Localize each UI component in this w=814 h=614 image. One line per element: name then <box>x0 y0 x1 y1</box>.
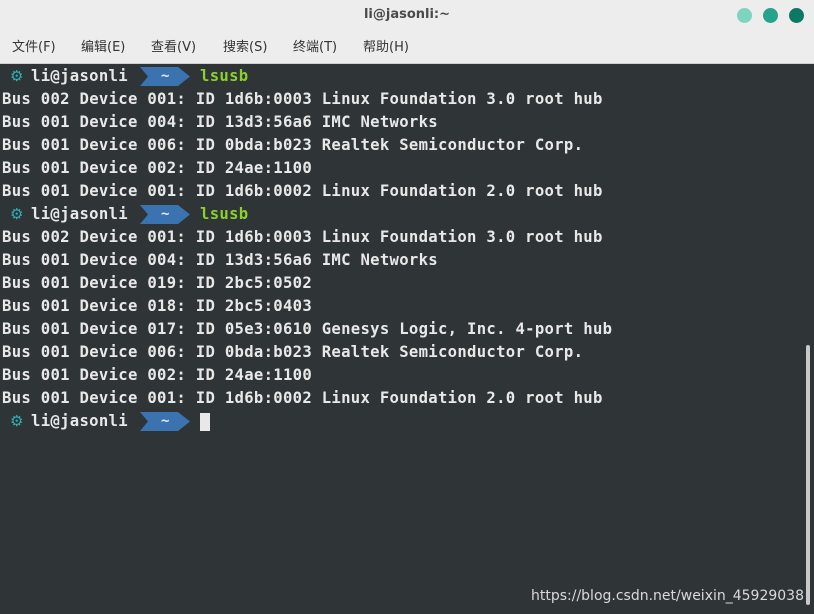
output-line: Bus 001 Device 001: ID 1d6b:0002 Linux F… <box>2 389 603 407</box>
gear-icon: ⚙ <box>10 68 24 85</box>
menu-terminal[interactable]: 终端(T) <box>293 32 337 63</box>
output-line: Bus 001 Device 017: ID 05e3:0610 Genesys… <box>2 320 613 338</box>
output-line: Bus 001 Device 006: ID 0bda:b023 Realtek… <box>2 343 584 361</box>
menu-bar: 文件(F) 编辑(E) 查看(V) 搜索(S) 终端(T) 帮助(H) <box>0 32 814 64</box>
scrollbar[interactable] <box>806 345 810 605</box>
menu-search[interactable]: 搜索(S) <box>223 32 267 63</box>
watermark-text: https://blog.csdn.net/weixin_45929038 <box>530 588 804 604</box>
output-line: Bus 002 Device 001: ID 1d6b:0003 Linux F… <box>2 90 603 108</box>
menu-view[interactable]: 查看(V) <box>151 32 196 63</box>
command-text: lsusb <box>200 67 249 85</box>
prompt-user-host: li@jasonli <box>31 67 128 85</box>
window-title: li@jasonli:~ <box>363 7 451 22</box>
prompt-user-host: li@jasonli <box>31 412 128 430</box>
menu-help[interactable]: 帮助(H) <box>363 32 409 63</box>
output-line: Bus 001 Device 004: ID 13d3:56a6 IMC Net… <box>2 113 438 131</box>
output-line: Bus 001 Device 019: ID 2bc5:0502 <box>2 274 313 292</box>
window-titlebar[interactable]: li@jasonli:~ <box>0 0 814 33</box>
prompt-cwd: ~ <box>161 68 170 84</box>
prompt-cwd: ~ <box>161 206 170 222</box>
maximize-button[interactable] <box>763 8 778 23</box>
output-line: Bus 001 Device 002: ID 24ae:1100 <box>2 366 313 384</box>
output-line: Bus 001 Device 002: ID 24ae:1100 <box>2 159 313 177</box>
gear-icon: ⚙ <box>10 206 24 223</box>
prompt-user-host: li@jasonli <box>31 205 128 223</box>
prompt-cwd: ~ <box>161 413 170 429</box>
minimize-button[interactable] <box>737 8 752 23</box>
gear-icon: ⚙ <box>10 413 24 430</box>
output-line: Bus 001 Device 006: ID 0bda:b023 Realtek… <box>2 136 584 154</box>
menu-edit[interactable]: 编辑(E) <box>81 32 125 63</box>
terminal-output[interactable]: ⚙ li@jasonli ~ lsusb Bus 002 Device 001:… <box>0 64 814 614</box>
close-button[interactable] <box>789 8 804 23</box>
output-line: Bus 001 Device 004: ID 13d3:56a6 IMC Net… <box>2 251 438 269</box>
menu-file[interactable]: 文件(F) <box>12 32 56 63</box>
command-text: lsusb <box>200 205 249 223</box>
text-cursor[interactable] <box>200 413 210 431</box>
output-line: Bus 001 Device 018: ID 2bc5:0403 <box>2 297 313 315</box>
output-line: Bus 001 Device 001: ID 1d6b:0002 Linux F… <box>2 182 603 200</box>
output-line: Bus 002 Device 001: ID 1d6b:0003 Linux F… <box>2 228 603 246</box>
